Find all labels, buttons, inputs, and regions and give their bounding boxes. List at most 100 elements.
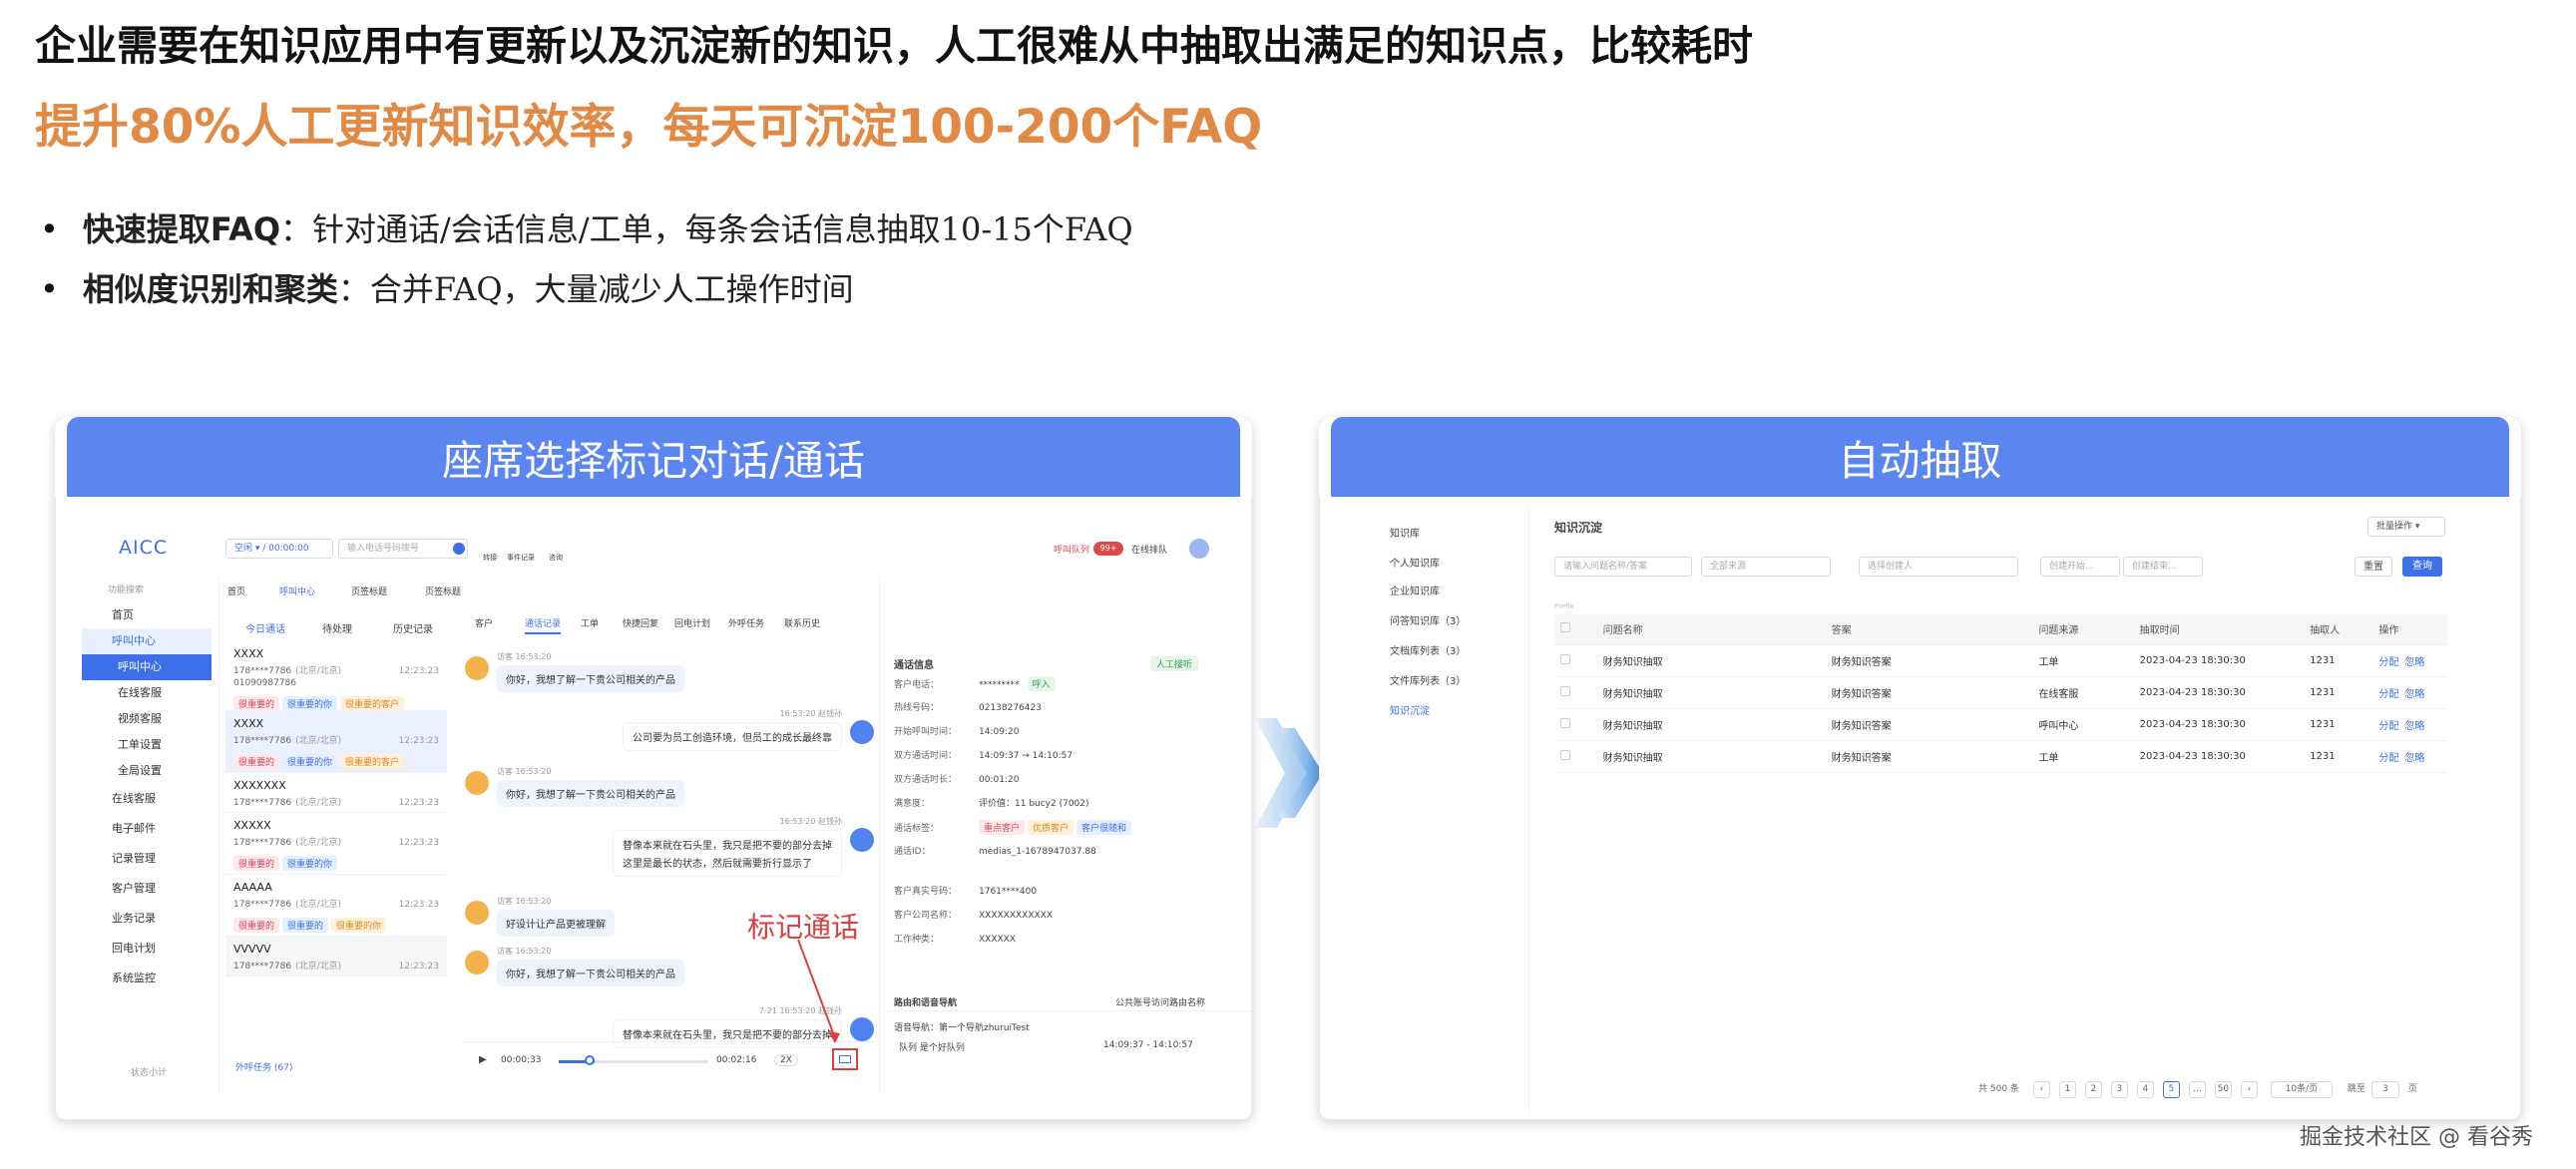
- assign-link[interactable]: 分配: [2378, 753, 2398, 764]
- chat-tab[interactable]: 外呼任务: [728, 616, 764, 629]
- info-tag: 呼入: [1027, 676, 1056, 691]
- kb-nav-item[interactable]: 问答知识库（3）: [1390, 612, 1466, 627]
- kb-nav-item[interactable]: 企业知识库: [1390, 583, 1440, 597]
- chat-tab[interactable]: 快捷回复: [623, 616, 658, 629]
- page-size-select[interactable]: 10条/页: [2270, 1081, 2333, 1098]
- ignore-link[interactable]: 忽略: [2404, 689, 2424, 700]
- user-avatar[interactable]: [1189, 539, 1209, 559]
- contact-item[interactable]: XXXXX 178****7786 (北京/北京) 12:23:23 很重要的 很重要的你: [225, 813, 447, 875]
- list-tab-history[interactable]: 历史记录: [393, 620, 433, 635]
- ignore-link[interactable]: 忽略: [2404, 753, 2424, 764]
- list-tab-today[interactable]: 今日通话: [245, 620, 285, 635]
- page-number[interactable]: 3: [2110, 1081, 2128, 1098]
- query-button[interactable]: 查询: [2402, 557, 2442, 577]
- queue-state[interactable]: 在线排队: [1131, 543, 1167, 556]
- contact-item[interactable]: VVVVV 178****7786 (北京/北京) 12:23:23: [225, 937, 447, 976]
- batch-button[interactable]: 批量操作 ▾: [2367, 517, 2445, 537]
- contact-item[interactable]: XXXX 178****7786 (北京/北京) 12:23:23 0109098778…: [225, 641, 447, 711]
- reset-button[interactable]: 重置: [2355, 557, 2392, 577]
- table-cell: 1231: [2304, 740, 2373, 773]
- nav-ticket-settings[interactable]: 工单设置: [82, 732, 212, 758]
- prev-page[interactable]: ‹: [2032, 1081, 2050, 1098]
- contact-item[interactable]: AAAAA 178****7786 (北京/北京) 12:23:23 很重要的 很重要的很…: [225, 875, 447, 937]
- nav-online-service[interactable]: 在线客服: [82, 680, 212, 706]
- assign-link[interactable]: 分配: [2378, 689, 2398, 700]
- nav-footer[interactable]: 状态小计: [131, 1065, 167, 1078]
- mark-call-button[interactable]: [832, 1048, 858, 1070]
- chat-tab[interactable]: 通话记录: [525, 616, 562, 634]
- toolbar-event[interactable]: 事件记录: [507, 553, 535, 563]
- visitor-avatar: [465, 951, 489, 974]
- filter-start[interactable]: 创建开始...: [2040, 557, 2120, 577]
- filter-creator[interactable]: 选择创建人: [1859, 557, 2018, 577]
- nav-call-center[interactable]: 呼叫中心: [82, 628, 212, 654]
- select-all-checkbox[interactable]: [1554, 614, 1597, 645]
- kb-nav-item[interactable]: 个人知识库: [1390, 555, 1440, 570]
- ignore-link[interactable]: 忽略: [2404, 721, 2424, 732]
- filter-end[interactable]: 创建结束...: [2123, 557, 2203, 577]
- nav-records[interactable]: 记录管理: [82, 846, 212, 872]
- page-number[interactable]: 5: [2162, 1081, 2180, 1098]
- nav-online[interactable]: 在线客服: [82, 786, 212, 812]
- nav-home[interactable]: 首页: [82, 602, 212, 628]
- nav-video-service[interactable]: 视频客服: [82, 706, 212, 732]
- annotation-arrow: [797, 939, 840, 1043]
- nav-callback[interactable]: 回电计划: [82, 936, 212, 962]
- list-tab-pending[interactable]: 待处理: [322, 620, 352, 635]
- status-select[interactable]: 空闲 ▾ / 00:00:00: [225, 539, 333, 559]
- kb-nav-item[interactable]: 文件库列表（3）: [1390, 672, 1466, 687]
- page-tab-home[interactable]: 首页: [227, 584, 245, 597]
- kb-nav-item[interactable]: 文档库列表（3）: [1390, 642, 1466, 657]
- filter-source[interactable]: 全部来源: [1701, 557, 1831, 577]
- page-number[interactable]: 1: [2058, 1081, 2076, 1098]
- nav-global-settings[interactable]: 全局设置: [82, 758, 212, 784]
- chat-tab[interactable]: 联系历史: [784, 616, 820, 629]
- page-number[interactable]: 2: [2084, 1081, 2102, 1098]
- toolbar-transfer[interactable]: 转接: [483, 553, 497, 563]
- queue-label[interactable]: 呼叫队列: [1054, 543, 1089, 556]
- filter-keyword[interactable]: 请输入问题名称/答案: [1554, 557, 1692, 577]
- assign-link[interactable]: 分配: [2378, 721, 2398, 732]
- nav-monitor[interactable]: 系统监控: [82, 966, 212, 991]
- player-track[interactable]: [559, 1060, 708, 1063]
- toolbar-consult[interactable]: 咨询: [549, 553, 563, 563]
- kb-table: 问题名称 答案 问题来源 抽取时间 抽取人 操作 财务知识抽取 财务知识答案 工单 2023-04…: [1554, 614, 2447, 773]
- chat-tab[interactable]: 客户: [475, 616, 493, 629]
- kb-nav-item[interactable]: 知识沉淀: [1390, 702, 1430, 717]
- contact-location: (北京/北京): [295, 962, 342, 972]
- row-checkbox[interactable]: [1554, 708, 1597, 741]
- nav-email[interactable]: 电子邮件: [82, 816, 212, 842]
- page-tab-3[interactable]: 页签标题: [351, 584, 387, 597]
- chat-tab[interactable]: 回电计划: [674, 616, 710, 629]
- chat-tab[interactable]: 工单: [581, 616, 599, 629]
- row-checkbox[interactable]: [1554, 644, 1597, 677]
- nav-business[interactable]: 业务记录: [82, 906, 212, 932]
- contact-item[interactable]: XXXX 178****7786 (北京/北京) 12:23:23 很重要的 很重要的你很…: [225, 711, 447, 773]
- nav-customers[interactable]: 客户管理: [82, 876, 212, 902]
- page-number[interactable]: 50: [2214, 1081, 2232, 1098]
- agent-avatar: [850, 720, 874, 744]
- player-handle[interactable]: [585, 1055, 595, 1065]
- row-checkbox[interactable]: [1554, 740, 1597, 773]
- dial-icon[interactable]: [453, 543, 465, 555]
- table-cell: 在线客服: [2032, 676, 2134, 709]
- menu-search[interactable]: 功能搜索: [108, 583, 144, 595]
- kb-nav-item[interactable]: 知识库: [1390, 525, 1420, 540]
- contact-time: 12:23:23: [398, 798, 439, 808]
- page-tab-call[interactable]: 呼叫中心: [279, 584, 315, 597]
- next-page[interactable]: ›: [2240, 1081, 2258, 1098]
- dial-input[interactable]: 输入电话号码拨号: [338, 539, 468, 559]
- play-icon[interactable]: ▶: [479, 1054, 487, 1065]
- assign-link[interactable]: 分配: [2378, 657, 2398, 668]
- info-value: 1761****400: [979, 887, 1038, 897]
- page-number[interactable]: 4: [2136, 1081, 2154, 1098]
- page-tab-4[interactable]: 页签标题: [425, 584, 461, 597]
- player-speed[interactable]: 2X: [774, 1054, 798, 1066]
- page-number[interactable]: ...: [2188, 1081, 2206, 1098]
- outbound-tasks[interactable]: 外呼任务 (67): [235, 1060, 292, 1073]
- nav-call-center-sub[interactable]: 呼叫中心: [82, 654, 212, 680]
- goto-input[interactable]: 3: [2370, 1081, 2399, 1098]
- contact-item[interactable]: XXXXXXX 178****7786 (北京/北京) 12:23:23: [225, 773, 447, 813]
- ignore-link[interactable]: 忽略: [2404, 657, 2424, 668]
- row-checkbox[interactable]: [1554, 676, 1597, 709]
